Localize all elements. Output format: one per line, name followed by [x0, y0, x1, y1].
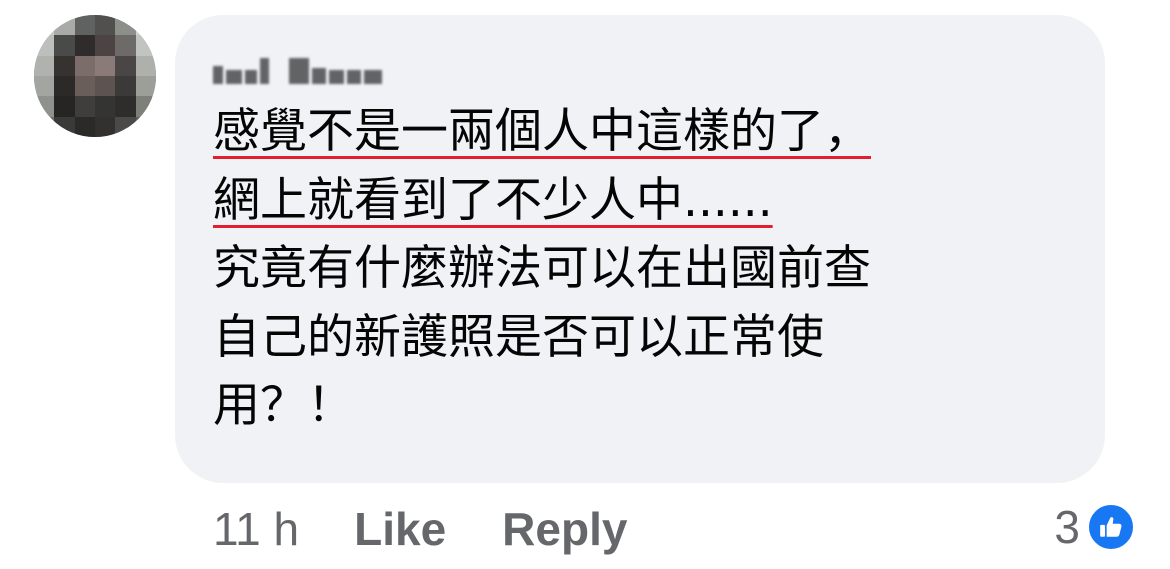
reply-button[interactable]: Reply [502, 502, 627, 556]
comment-actions: 11 h Like Reply [213, 502, 627, 556]
comment-line-underlined: 網上就看到了不少人中...... [213, 172, 773, 228]
like-button[interactable]: Like [354, 502, 446, 556]
comment-line-underlined: 感覺不是一兩個人中這樣的了， [213, 104, 871, 159]
comment-line: 用？！ [213, 378, 354, 433]
avatar[interactable] [34, 15, 156, 137]
author-first-name-blurred [213, 54, 269, 84]
comment-line: 自己的新護照是否可以正常使 [213, 309, 824, 365]
comment-text: 感覺不是一兩個人中這樣的了， 網上就看到了不少人中...... 究竟有什麼辦法可… [213, 98, 1093, 441]
comment-timestamp[interactable]: 11 h [213, 502, 299, 556]
author-last-name-blurred [289, 54, 382, 84]
comment-line: 究竟有什麼辦法可以在出國前查 [213, 241, 871, 296]
avatar-image-pixelated [34, 15, 156, 137]
thumbs-up-glyph [1100, 517, 1122, 537]
reaction-summary[interactable]: 3 [1054, 500, 1136, 554]
reaction-count: 3 [1054, 501, 1080, 553]
thumbs-up-icon [1086, 502, 1136, 552]
comment-author-name-redacted[interactable] [213, 51, 382, 87]
